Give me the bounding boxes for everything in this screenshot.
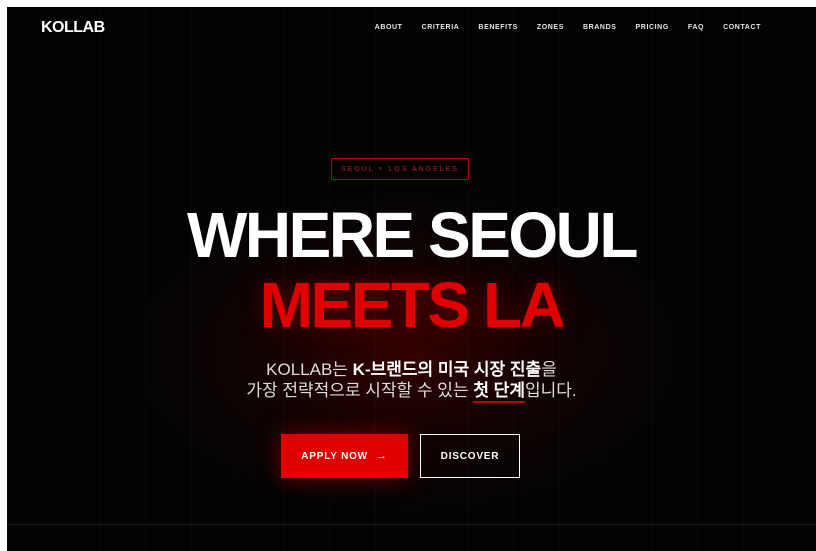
nav-item-contact[interactable]: CONTACT (723, 24, 761, 31)
headline-line-2: MEETS LA (259, 269, 566, 341)
top-nav: KOLLAB ABOUT CRITERIA BENEFITS ZONES BRA… (7, 7, 816, 51)
headline-line-1: WHERE SEOUL (187, 199, 638, 271)
subtitle-emphasis: K-브랜드의 미국 시장 진출 (352, 360, 542, 379)
nav-item-zones[interactable]: ZONES (537, 24, 564, 31)
nav-item-faq[interactable]: FAQ (688, 24, 704, 31)
nav-item-pricing[interactable]: PRICING (636, 24, 669, 31)
subtitle-text: 가장 전략적으로 시작할 수 있는 (246, 381, 474, 400)
subtitle-underlined-emphasis: 첫 단계 (473, 381, 525, 403)
section-divider (7, 524, 816, 525)
apply-now-label: APPLY NOW (301, 450, 368, 462)
subtitle-line-1: KOLLAB는 K-브랜드의 미국 시장 진출을 (7, 359, 816, 381)
subtitle-text: 입니다. (524, 381, 577, 400)
discover-label: DISCOVER (440, 450, 500, 462)
nav-item-brands[interactable]: BRANDS (583, 24, 617, 31)
discover-button[interactable]: DISCOVER (420, 434, 520, 478)
arrow-right-icon: → (375, 450, 388, 462)
location-tagline: SEOUL × LOS ANGELES (331, 158, 469, 180)
subtitle-text: KOLLAB는 (266, 360, 353, 379)
nav-item-benefits[interactable]: BENEFITS (478, 24, 517, 31)
nav-item-criteria[interactable]: CRITERIA (422, 24, 460, 31)
nav-item-about[interactable]: ABOUT (375, 24, 403, 31)
page: KOLLAB ABOUT CRITERIA BENEFITS ZONES BRA… (7, 7, 816, 551)
subtitle-line-2: 가장 전략적으로 시작할 수 있는 첫 단계입니다. (7, 380, 816, 403)
nav-menu: ABOUT CRITERIA BENEFITS ZONES BRANDS PRI… (375, 24, 761, 31)
apply-now-button[interactable]: APPLY NOW → (281, 434, 408, 478)
subtitle-text: 을 (541, 360, 557, 379)
logo[interactable]: KOLLAB (41, 19, 105, 37)
